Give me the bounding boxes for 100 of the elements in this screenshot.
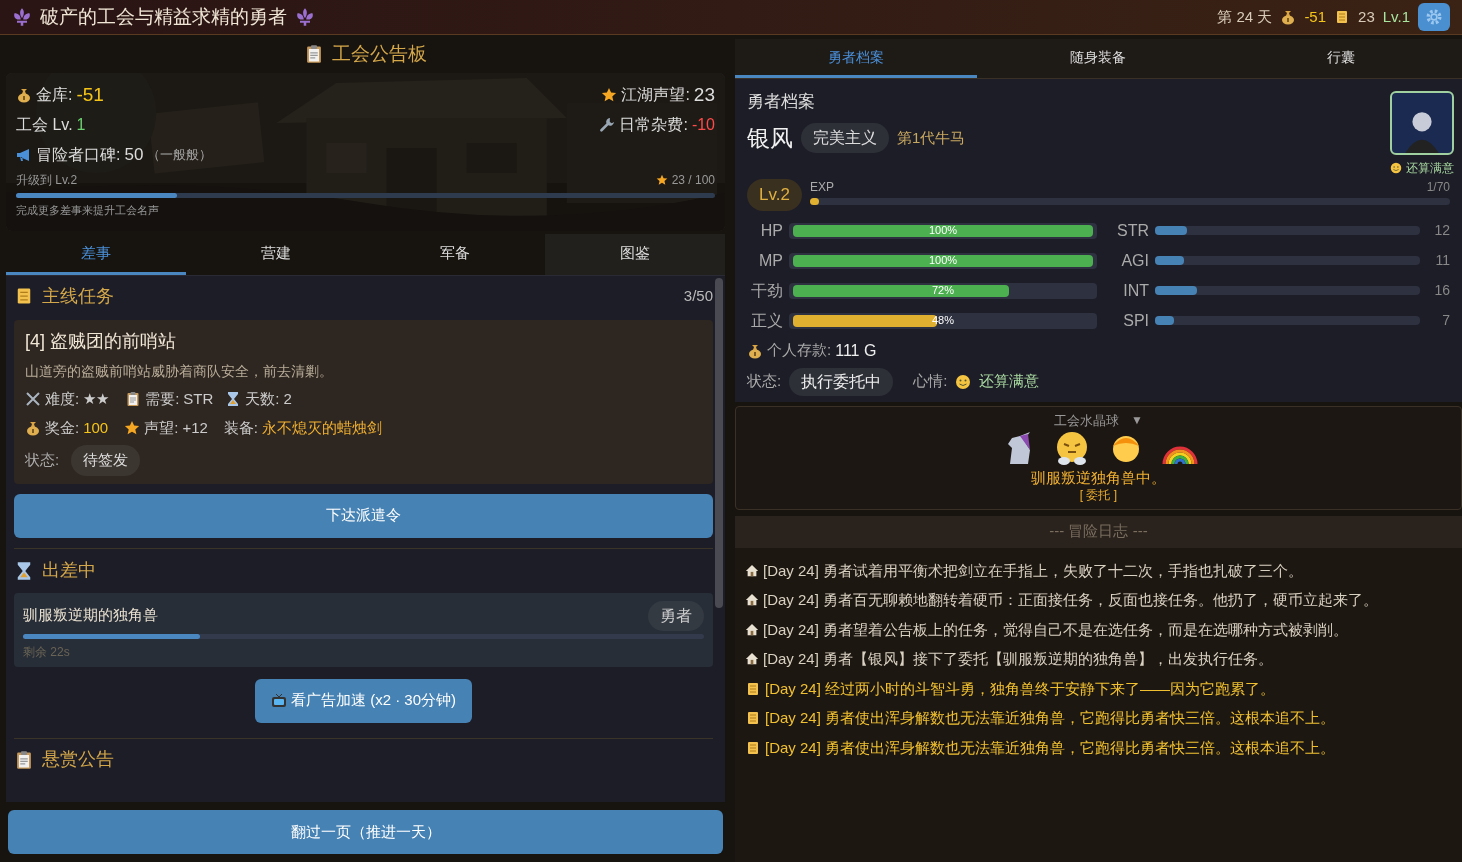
- fleur-de-lis-icon: [295, 7, 315, 27]
- log-entry: [Day 24] 勇者望着公告板上的任务，觉得自己不是在选任务，而是在选哪种方式被剥削。: [763, 619, 1349, 640]
- mission-name: 驯服叛逆期的独角兽: [23, 605, 158, 626]
- trait-badge: 完美主义: [801, 122, 889, 153]
- attribute-value: 16: [1433, 281, 1450, 300]
- money-bag-icon: [1280, 9, 1297, 25]
- smiley-icon: [955, 373, 972, 390]
- days-value: 2: [283, 389, 292, 409]
- difficulty-label: 难度:: [45, 389, 80, 409]
- board-title: 工会公告板: [332, 41, 427, 66]
- section-tab[interactable]: 军备: [365, 234, 546, 275]
- app-title: 破产的工会与精益求精的勇者: [40, 4, 287, 29]
- fame-label: 江湖声望:: [621, 85, 690, 105]
- watch-ad-button[interactable]: 看广告加速 (x2 · 30分钟): [255, 678, 472, 723]
- reputation-label: 冒险者口碑:: [36, 145, 121, 165]
- scroll-icon: [745, 710, 761, 727]
- requirement-value: STR: [183, 389, 214, 409]
- collapse-toggle[interactable]: ▼: [1131, 411, 1143, 430]
- tv-icon: [271, 692, 287, 709]
- house-icon: [745, 652, 759, 667]
- attribute-value: 12: [1433, 221, 1450, 240]
- attribute-label: SPI: [1122, 310, 1149, 331]
- money-bag-icon: [25, 419, 41, 436]
- section-title: 出差中: [42, 559, 96, 582]
- profile-tab[interactable]: 行囊: [1219, 39, 1462, 78]
- scroll-icon: [745, 680, 761, 697]
- reputation-value: 50: [124, 144, 144, 167]
- guild-level: Lv.1: [1382, 6, 1410, 27]
- log-title: --- 冒险日志 ---: [1049, 521, 1148, 542]
- scroll-icon: [745, 739, 761, 756]
- house-icon: [745, 622, 759, 637]
- settings-icon: [1424, 7, 1444, 27]
- attribute-value: 11: [1434, 251, 1450, 270]
- treasury-value: -51: [76, 82, 104, 107]
- fame-reward-label: 声望:: [144, 417, 179, 438]
- day-counter: 第 24 天: [1217, 6, 1273, 27]
- reward-value: 100: [83, 417, 109, 438]
- settings-button[interactable]: [1418, 3, 1450, 31]
- stat-percent: 100%: [927, 223, 959, 239]
- attribute-label: INT: [1122, 280, 1149, 301]
- gear-value: 永不熄灭的蜡烛剑: [262, 417, 382, 438]
- log-entry: [Day 24] 勇者使出浑身解数也无法靠近独角兽，它跑得比勇者快三倍。这根本追不上。: [765, 737, 1336, 758]
- swords-icon: [25, 391, 41, 408]
- attribute-label: STR: [1116, 220, 1149, 241]
- house-icon: [745, 563, 759, 578]
- stat-label: HP: [759, 220, 783, 241]
- mood-label: 心情:: [913, 371, 948, 392]
- time-remaining: 剩余 22s: [23, 643, 71, 661]
- section-tab[interactable]: 营建: [185, 234, 366, 275]
- difficulty-stars: ★★: [83, 389, 110, 409]
- scrollbar[interactable]: [715, 278, 723, 608]
- crystal-ball-message: 驯服叛逆独角兽中。: [1031, 468, 1166, 488]
- log-entry: [Day 24] 勇者试着用平衡术把剑立在手指上，失败了十二次，手指也扎破了三个。: [763, 560, 1304, 581]
- megaphone-icon: [16, 147, 32, 163]
- mood-text: 还算满意: [1406, 160, 1454, 177]
- money-bag-icon: [16, 87, 32, 103]
- days-label: 天数:: [245, 389, 280, 409]
- exp-label: EXP: [809, 179, 834, 197]
- fleur-de-lis-icon: [12, 7, 32, 27]
- savings-value: 111 G: [835, 340, 877, 361]
- section-tab[interactable]: 图鉴: [545, 234, 725, 275]
- section-title: 主线任务: [42, 284, 114, 308]
- savings-label: 个人存款:: [767, 340, 832, 361]
- log-entry: [Day 24] 勇者使出浑身解数也无法靠近独角兽，它跑得比勇者快三倍。这根本追不上。: [765, 708, 1336, 728]
- requirement-label: 需要:: [145, 389, 180, 409]
- treasury-amount: -51: [1304, 6, 1327, 27]
- generation-label: 第1代牛马: [897, 127, 966, 148]
- stat-label: 干劲: [750, 280, 783, 301]
- gear-label: 装备:: [223, 417, 258, 438]
- stat-percent: 72%: [931, 283, 955, 299]
- status-label: 状态:: [747, 371, 782, 392]
- star-icon: [655, 174, 668, 186]
- hero-name: 银风: [747, 123, 793, 153]
- quest-name: [4] 盗贼团的前哨站: [25, 330, 177, 353]
- attribute-value: 7: [1441, 311, 1450, 330]
- crystal-ball-tag: [ 委托 ]: [1079, 488, 1118, 502]
- smiley-icon: [1390, 162, 1402, 174]
- guild-level-value: 1: [76, 115, 86, 135]
- quest-count: 3/50: [683, 285, 713, 306]
- fame-value: 23: [693, 82, 715, 107]
- section-title: 悬赏公告: [42, 748, 114, 771]
- treasury-label: 金库:: [36, 85, 73, 105]
- next-day-button[interactable]: 翻过一页（推进一天）: [8, 810, 723, 854]
- status-badge: 待签发: [71, 445, 141, 476]
- level-badge: Lv.2: [747, 179, 802, 211]
- clipboard-icon: [304, 44, 324, 64]
- status-badge: 执行委托中: [789, 367, 894, 396]
- profile-tab[interactable]: 随身装备: [977, 39, 1220, 78]
- star-icon: [124, 419, 141, 436]
- clipboard-icon: [14, 749, 34, 770]
- exp-value: 1/70: [1426, 179, 1450, 197]
- guild-level-label: 工会 Lv.: [16, 115, 73, 135]
- log-entry: [Day 24] 勇者百无聊赖地翻转着硬币：正面接任务，反面也接任务。他扔了，硬币立起来了。: [763, 590, 1379, 610]
- upkeep-label: 日常杂费:: [619, 115, 688, 135]
- log-entry: [Day 24] 经过两小时的斗智斗勇，独角兽终于安静下来了——因为它跑累了。: [765, 678, 1276, 699]
- dispatch-button[interactable]: 下达派遣令: [14, 493, 713, 538]
- log-entry: [Day 24] 勇者【银风】接下了委托【驯服叛逆期的独角兽】，出发执行任务。: [763, 649, 1274, 669]
- money-bag-icon: [747, 342, 763, 359]
- reputation-note: （一般般）: [147, 146, 213, 165]
- section-title: 勇者档案: [747, 91, 816, 113]
